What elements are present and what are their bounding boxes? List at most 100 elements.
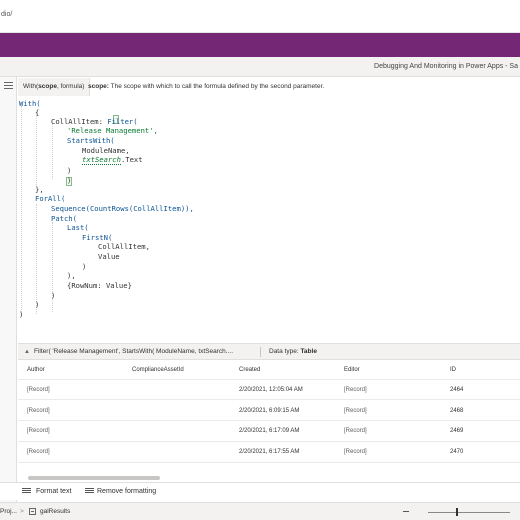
cell-id: 2470 <box>450 449 464 455</box>
cell-editor[interactable]: [Record] <box>344 428 367 434</box>
browser-address-bar[interactable]: dio/ <box>0 0 520 33</box>
code-token: Patch( <box>51 214 77 223</box>
cell-created: 2/20/2021, 6:17:09 AM <box>239 428 300 434</box>
signature-suffix: , formula) <box>56 83 85 90</box>
cell-id: 2468 <box>450 408 464 414</box>
data-type-value: Table <box>300 348 317 355</box>
code-line: ) <box>67 176 72 185</box>
code-token: FirstN( <box>82 233 113 242</box>
row-divider <box>18 462 520 463</box>
code-line: { <box>35 108 40 117</box>
formula-result-bar[interactable]: ▲ Filter( 'Release Management', StartsWi… <box>18 343 520 360</box>
code-line: CollAllItem, <box>98 242 150 251</box>
column-header-created: Created <box>239 367 261 373</box>
code-line: Sequence(CountRows(CollAllItem)), <box>51 204 194 213</box>
formula-format-bar: Format text Remove formatting <box>0 482 520 500</box>
row-divider <box>18 420 520 421</box>
column-header-complianceassetid: ComplianceAssetId <box>132 367 184 373</box>
remove-formatting-icon <box>85 488 94 495</box>
chevron-up-icon[interactable]: ▲ <box>24 344 30 360</box>
breadcrumb-control[interactable]: galResults <box>40 503 70 520</box>
cell-created: 2/20/2021, 12:05:04 AM <box>239 387 303 393</box>
address-url-text: dio/ <box>1 11 13 18</box>
code-token: CollAllItem: <box>51 117 108 126</box>
cell-editor[interactable]: [Record] <box>344 408 367 414</box>
breadcrumb-project[interactable]: Proj... <box>0 503 17 520</box>
signature-active-param: scope <box>38 83 57 90</box>
code-token: 'Release Management', <box>67 126 158 135</box>
studio-title-row: Debugging And Monitoring in Power Apps -… <box>0 57 520 77</box>
signature-tooltip: With(scope, formula) <box>18 78 91 96</box>
code-line: ) <box>67 166 72 175</box>
code-token: ForAll( <box>35 194 66 203</box>
param-description-text: The scope with which to call the formula… <box>108 83 325 90</box>
divider <box>260 347 261 357</box>
code-line: ) <box>35 300 40 309</box>
cell-author[interactable]: [Record] <box>27 408 50 414</box>
formula-editor[interactable]: With( { CollAllItem: Filter( 'Release Ma… <box>18 96 520 342</box>
cell-author[interactable]: [Record] <box>27 449 50 455</box>
column-header-editor: Editor <box>344 367 360 373</box>
code-line: StartsWith( <box>67 136 115 145</box>
breadcrumb-separator: > <box>20 508 24 515</box>
result-table[interactable]: Author ComplianceAssetId Created Editor … <box>18 360 520 472</box>
cell-id: 2464 <box>450 387 464 393</box>
zoom-out-icon[interactable] <box>403 511 409 512</box>
code-line: }, <box>35 185 44 194</box>
signature-prefix: With( <box>23 83 39 90</box>
indent-guide <box>21 106 22 316</box>
cell-author[interactable]: [Record] <box>27 428 50 434</box>
power-apps-header-bar <box>0 33 520 57</box>
format-text-icon <box>22 488 31 495</box>
code-line: Last( <box>67 223 89 232</box>
control-reference: txtSearch <box>82 155 121 165</box>
format-text-label: Format text <box>36 488 72 495</box>
code-line: Value <box>98 252 120 261</box>
code-line: 'Release Management', <box>67 126 158 135</box>
function-signature-hint: With(scope, formula) scope: The scope wi… <box>18 78 520 96</box>
row-divider <box>18 379 520 380</box>
code-line: Patch( <box>51 214 77 223</box>
zoom-slider[interactable] <box>428 512 510 513</box>
param-name: scope: <box>88 83 109 90</box>
data-type-label: Data type: Table <box>269 344 317 360</box>
cell-editor[interactable]: [Record] <box>344 449 367 455</box>
formula-bar-gutter <box>0 77 17 502</box>
scrollbar-thumb[interactable] <box>28 476 160 480</box>
table-horizontal-scrollbar[interactable] <box>18 474 520 482</box>
cell-editor[interactable]: [Record] <box>344 387 367 393</box>
row-divider <box>18 441 520 442</box>
code-token: Sequence(CountRows(CollAllItem)), <box>51 204 194 213</box>
code-line: ModuleName, <box>82 146 130 155</box>
code-line: ForAll( <box>35 194 65 203</box>
code-line: ) <box>19 310 24 319</box>
cell-created: 2/20/2021, 6:17:55 AM <box>239 449 300 455</box>
cell-id: 2469 <box>450 428 464 434</box>
row-divider <box>18 399 520 400</box>
indent-guide <box>52 124 53 179</box>
code-line: txtSearch.Text <box>82 155 143 165</box>
code-line: {RowNum: Value} <box>67 281 132 290</box>
indent-guide <box>36 115 37 185</box>
code-line: ) <box>51 291 56 300</box>
cell-author[interactable]: [Record] <box>27 387 50 393</box>
param-description: scope: The scope with which to call the … <box>88 78 324 96</box>
expand-formula-icon[interactable] <box>4 82 13 91</box>
gallery-icon <box>29 508 36 515</box>
app-title: Debugging And Monitoring in Power Apps -… <box>374 63 518 70</box>
code-line: ) <box>82 262 87 271</box>
code-token: With( <box>19 99 41 108</box>
indent-guide <box>36 204 37 314</box>
code-token: Filter( <box>107 117 138 126</box>
data-type-prefix: Data type: <box>269 348 301 355</box>
column-header-author: Author <box>27 367 45 373</box>
code-line: With( <box>19 99 41 108</box>
code-token: StartsWith( <box>67 136 115 145</box>
column-header-id: ID <box>450 367 456 373</box>
code-token: Last( <box>67 223 89 232</box>
code-line: ), <box>67 271 76 280</box>
remove-formatting-label: Remove formatting <box>97 488 157 495</box>
zoom-slider-thumb[interactable] <box>456 508 458 516</box>
code-token: .Text <box>120 155 143 164</box>
code-line: CollAllItem: Filter( <box>51 117 138 126</box>
